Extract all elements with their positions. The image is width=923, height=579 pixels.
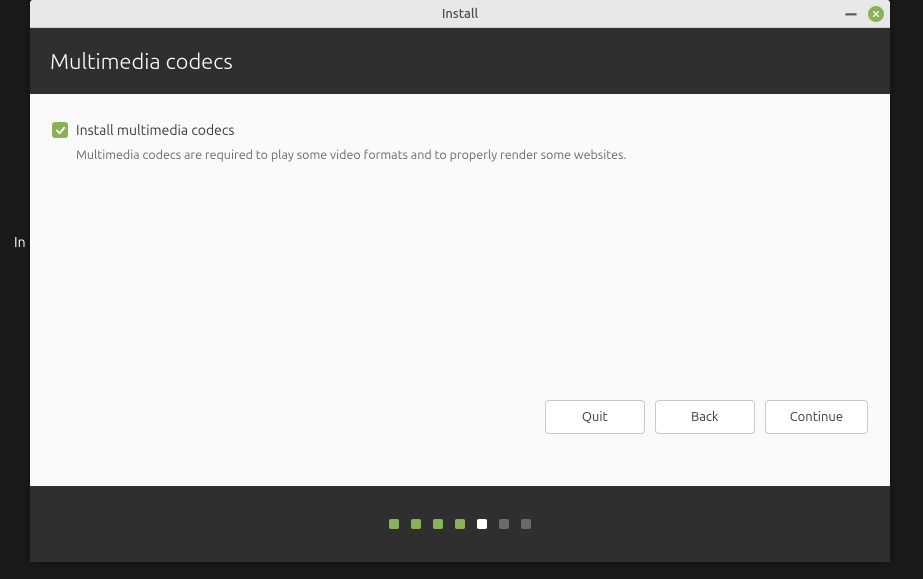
close-icon — [872, 10, 880, 18]
header-band: Multimedia codecs — [30, 28, 890, 94]
progress-dot-5 — [477, 519, 487, 529]
continue-button[interactable]: Continue — [765, 400, 868, 434]
content-area: Install multimedia codecs Multimedia cod… — [30, 94, 890, 486]
minimize-icon — [844, 7, 858, 21]
install-codecs-row: Install multimedia codecs — [52, 122, 868, 138]
titlebar-controls — [844, 0, 884, 28]
window-title: Install — [442, 7, 478, 21]
quit-button[interactable]: Quit — [545, 400, 645, 434]
minimize-button[interactable] — [844, 7, 858, 21]
progress-dot-3 — [433, 519, 443, 529]
titlebar: Install — [30, 0, 890, 28]
background-text: In — [14, 234, 26, 250]
progress-dot-2 — [411, 519, 421, 529]
progress-footer — [30, 486, 890, 562]
installer-window: Install Multimedia codecs Instal — [30, 0, 890, 562]
back-button[interactable]: Back — [655, 400, 755, 434]
progress-dot-4 — [455, 519, 465, 529]
install-codecs-checkbox[interactable] — [52, 122, 68, 138]
install-codecs-label[interactable]: Install multimedia codecs — [76, 122, 234, 138]
button-bar: Quit Back Continue — [545, 400, 868, 434]
codecs-description: Multimedia codecs are required to play s… — [76, 148, 868, 162]
close-button[interactable] — [868, 6, 884, 22]
check-icon — [55, 125, 66, 136]
progress-dot-1 — [389, 519, 399, 529]
progress-dot-6 — [499, 519, 509, 529]
progress-dot-7 — [521, 519, 531, 529]
page-title: Multimedia codecs — [50, 49, 233, 74]
